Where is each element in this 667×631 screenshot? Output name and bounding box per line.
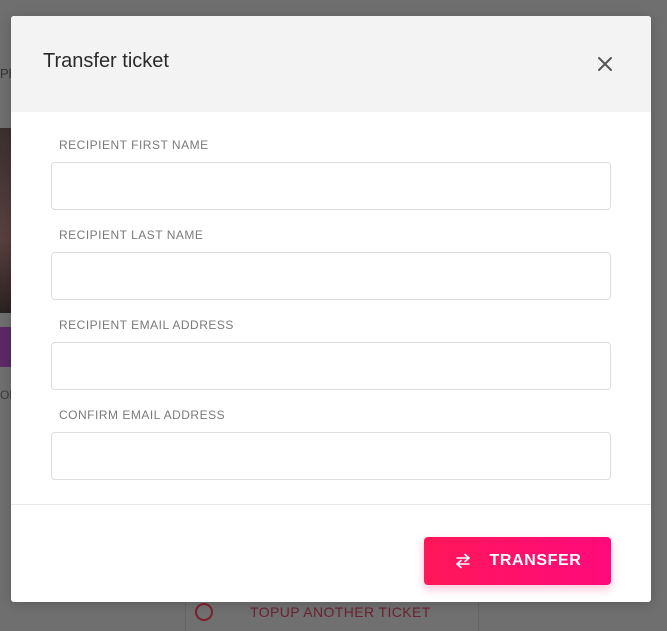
first-name-field: RECIPIENT FIRST NAME [51, 128, 611, 218]
transfer-ticket-modal: Transfer ticket RECIPIENT FIRST NAME REC… [11, 16, 651, 602]
modal-title: Transfer ticket [43, 50, 169, 72]
email-field: RECIPIENT EMAIL ADDRESS [51, 308, 611, 398]
transfer-form: RECIPIENT FIRST NAME RECIPIENT LAST NAME… [51, 128, 611, 488]
email-input[interactable] [51, 342, 611, 390]
confirm-email-label: CONFIRM EMAIL ADDRESS [59, 408, 226, 422]
fingerprint-icon [195, 603, 213, 621]
transfer-button-label: TRANSFER [489, 552, 582, 569]
close-icon [598, 57, 612, 71]
last-name-label: RECIPIENT LAST NAME [59, 228, 204, 242]
background-topup-label: TOPUP ANOTHER TICKET [250, 604, 431, 620]
first-name-label: RECIPIENT FIRST NAME [59, 138, 209, 152]
transfer-button[interactable]: TRANSFER [424, 537, 611, 585]
last-name-input[interactable] [51, 252, 611, 300]
confirm-email-input[interactable] [51, 432, 611, 480]
modal-header: Transfer ticket [11, 16, 651, 112]
email-label: RECIPIENT EMAIL ADDRESS [59, 318, 234, 332]
transfer-arrows-icon [454, 553, 472, 569]
close-button[interactable] [597, 56, 613, 72]
last-name-field: RECIPIENT LAST NAME [51, 218, 611, 308]
first-name-input[interactable] [51, 162, 611, 210]
confirm-email-field: CONFIRM EMAIL ADDRESS [51, 398, 611, 488]
footer-divider [11, 504, 651, 505]
